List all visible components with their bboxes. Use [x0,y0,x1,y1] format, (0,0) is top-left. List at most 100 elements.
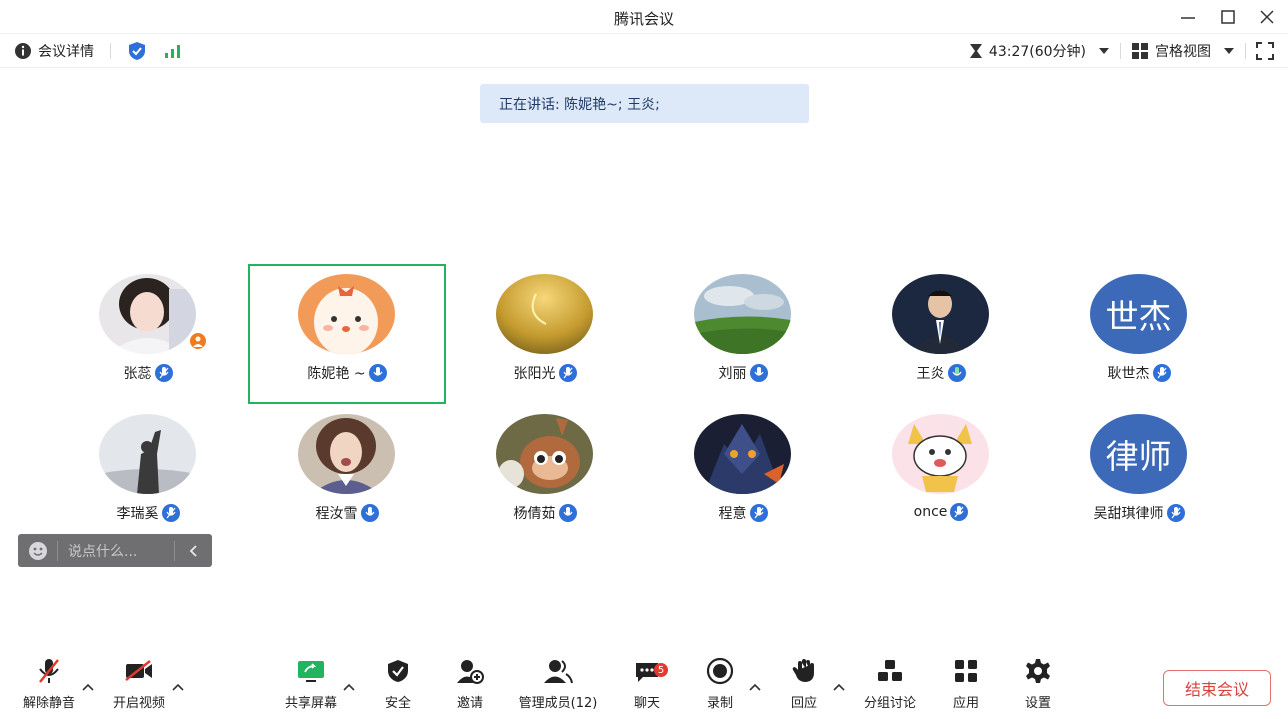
avatar: 律师 [1090,414,1187,494]
timer-button[interactable]: 43:27(60分钟) [969,41,1110,61]
meeting-details-label: 会议详情 [38,44,94,60]
signal-strength-icon[interactable] [163,43,183,59]
info-icon [15,43,31,59]
participant-name: 王炎 [916,366,945,382]
chevron-up-icon[interactable] [171,680,185,694]
microphone-muted-icon [1166,504,1185,522]
participant-tile[interactable]: 李瑞奚 [49,404,247,544]
security-button[interactable]: 安全 [381,656,415,711]
meeting-timer: 43:27(60分钟) [988,44,1086,60]
maximize-button[interactable] [1217,6,1239,28]
security-label: 安全 [384,696,411,711]
microphone-muted-icon [1152,364,1171,382]
participant-tile[interactable]: once [842,404,1040,544]
microphone-muted-icon [950,503,969,521]
chat-button[interactable]: 5 聊天 [629,656,668,711]
view-mode-button[interactable]: 宫格视图 [1131,41,1235,61]
meeting-info-bar: 会议详情 43:27(60分钟) 宫格视图 [0,34,1288,68]
close-button[interactable] [1256,6,1278,28]
settings-label: 设置 [1024,696,1051,711]
chevron-up-icon[interactable] [81,680,95,694]
participant-tile[interactable]: 律师 吴甜琪律师 [1040,404,1238,544]
unmute-label: 解除静音 [22,696,75,711]
meeting-details-button[interactable]: 会议详情 [14,41,94,61]
invite-button[interactable]: 邀请 [453,656,487,711]
participant-name: 李瑞奚 [116,506,159,522]
participant-tile[interactable]: 程汝雪 [248,404,446,544]
breakout-rooms-button[interactable]: 分组讨论 [859,656,921,711]
emoji-icon [28,541,47,560]
start-video-button[interactable]: 开启视频 [108,656,170,711]
start-video-label: 开启视频 [112,696,165,711]
unmute-button[interactable]: 解除静音 [18,656,80,711]
participant-tile[interactable]: 张阳光 [446,264,644,404]
fullscreen-icon[interactable] [1256,42,1274,60]
avatar [496,414,593,494]
divider [110,43,111,59]
chat-label: 聊天 [633,696,660,711]
avatar [298,274,395,354]
divider [1120,43,1121,59]
title-bar: 腾讯会议 [0,0,1288,34]
chevron-down-icon [1224,48,1234,54]
microphone-icon [749,364,768,382]
manage-members-label: 管理成员(12) [518,696,598,711]
breakout-rooms-label: 分组讨论 [863,696,916,711]
minimize-icon [1181,17,1195,19]
participant-tile[interactable]: 张蕊 [49,264,247,404]
avatar [892,274,989,354]
microphone-icon [368,364,387,382]
chevron-up-icon[interactable] [748,680,762,694]
participant-name: 杨倩茹 [513,506,556,522]
microphone-muted-icon [154,364,173,382]
add-user-icon [457,660,484,684]
raise-hand-icon [792,659,814,682]
participant-name: 耿世杰 [1107,366,1150,382]
microphone-muted-icon [558,364,577,382]
participant-name: 张阳光 [513,366,556,382]
shield-check-icon[interactable] [127,41,147,61]
microphone-icon [947,364,966,382]
divider [1245,43,1246,59]
avatar [496,274,593,354]
minimize-button[interactable] [1177,6,1199,28]
hourglass-icon [969,44,982,58]
video-off-icon [125,660,152,681]
participant-name: 刘丽 [718,366,747,382]
emoji-button[interactable] [18,540,58,561]
grid-view-icon [1132,43,1148,59]
collapse-chat-button[interactable] [174,540,212,561]
record-label: 录制 [706,696,733,711]
share-screen-button[interactable]: 共享屏幕 [280,656,342,711]
react-button[interactable]: 回应 [787,656,821,711]
participant-tile[interactable]: 世杰 耿世杰 [1040,264,1238,404]
apps-button[interactable]: 应用 [949,656,983,711]
participant-tile[interactable]: 程意 [644,404,842,544]
microphone-icon [558,504,577,522]
participant-name: 程意 [718,506,747,522]
participant-name: 张蕊 [123,366,152,382]
chat-unread-badge: 5 [654,663,668,677]
chat-input-placeholder[interactable]: 说点什么... [58,541,174,561]
participant-tile[interactable]: 刘丽 [644,264,842,404]
avatar [99,414,196,494]
maximize-icon [1221,10,1235,24]
manage-members-button[interactable]: 管理成员(12) [513,656,603,711]
chat-quick-input[interactable]: 说点什么... [18,534,212,567]
settings-button[interactable]: 设置 [1021,656,1055,711]
participant-name: 陈妮艳 ~ [307,366,366,382]
chevron-up-icon[interactable] [342,680,356,694]
participant-tile[interactable]: 杨倩茹 [446,404,644,544]
apps-label: 应用 [952,696,979,711]
record-button[interactable]: 录制 [703,656,737,711]
end-meeting-button[interactable]: 结束会议 [1163,670,1271,706]
participant-name: 吴甜琪律师 [1093,506,1164,522]
chevron-up-icon[interactable] [832,680,846,694]
view-mode-label: 宫格视图 [1155,44,1211,60]
participant-name: once [913,504,948,520]
share-screen-label: 共享屏幕 [284,696,337,711]
close-icon [1260,10,1274,24]
participant-tile[interactable]: 王炎 [842,264,1040,404]
participant-tile-active[interactable]: 陈妮艳 ~ [248,264,446,404]
avatar [892,414,989,494]
